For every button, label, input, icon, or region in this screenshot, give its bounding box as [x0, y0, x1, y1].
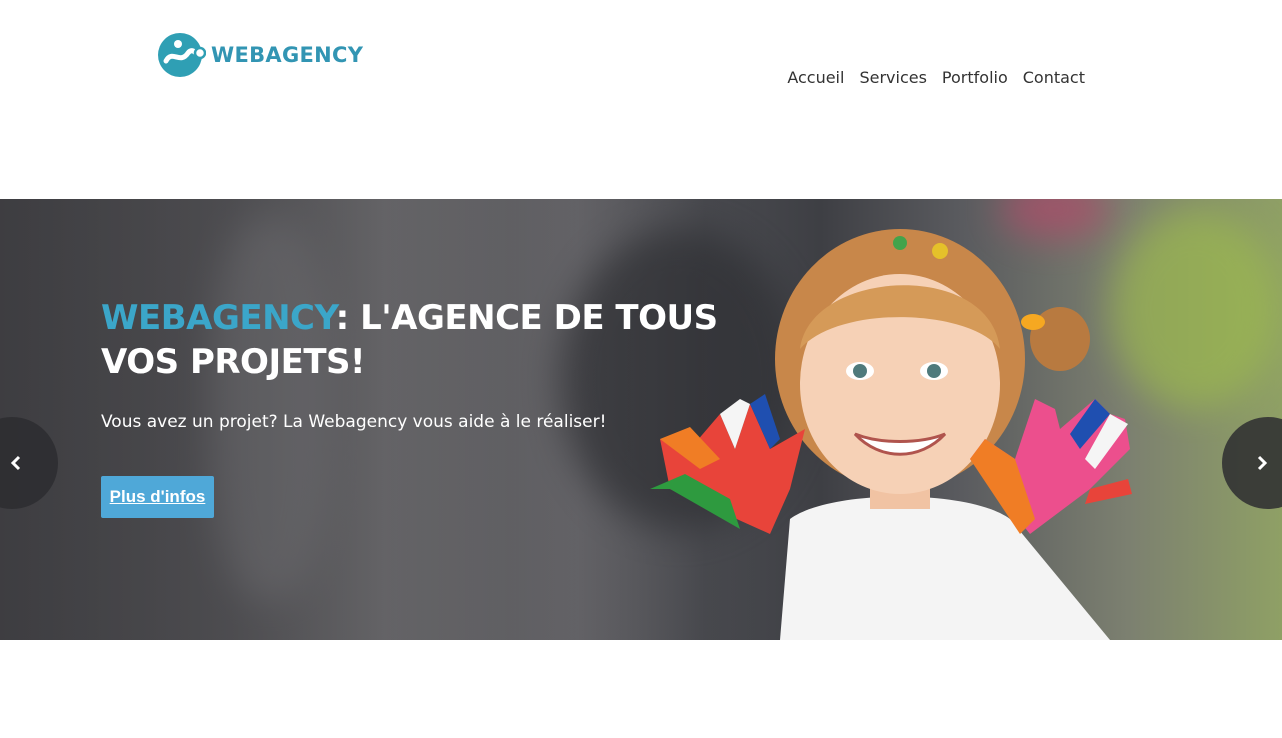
logo-mark-icon — [158, 33, 206, 77]
chevron-right-icon — [1257, 455, 1268, 471]
chevron-left-icon — [10, 455, 21, 471]
hero-image — [650, 229, 1132, 640]
logo[interactable]: WEBAGENCY — [158, 31, 363, 79]
site-header: WEBAGENCY Accueil Services Portfolio Con… — [0, 0, 1282, 199]
nav-item-contact[interactable]: Contact — [1023, 68, 1085, 87]
more-info-button[interactable]: Plus d'infos — [101, 476, 214, 518]
nav-item-accueil[interactable]: Accueil — [787, 68, 844, 87]
main-nav: Accueil Services Portfolio Contact — [787, 68, 1085, 87]
hero-slider: WEBAGENCY: L'AGENCE DE TOUS VOS PROJETS!… — [0, 199, 1282, 640]
logo-text: WEBAGENCY — [211, 43, 364, 67]
nav-item-services[interactable]: Services — [859, 68, 926, 87]
hero-subtitle: Vous avez un projet? La Webagency vous a… — [101, 412, 607, 432]
hero-title: WEBAGENCY: L'AGENCE DE TOUS VOS PROJETS! — [101, 296, 721, 384]
hero-title-accent: WEBAGENCY — [101, 298, 336, 338]
nav-item-portfolio[interactable]: Portfolio — [942, 68, 1008, 87]
